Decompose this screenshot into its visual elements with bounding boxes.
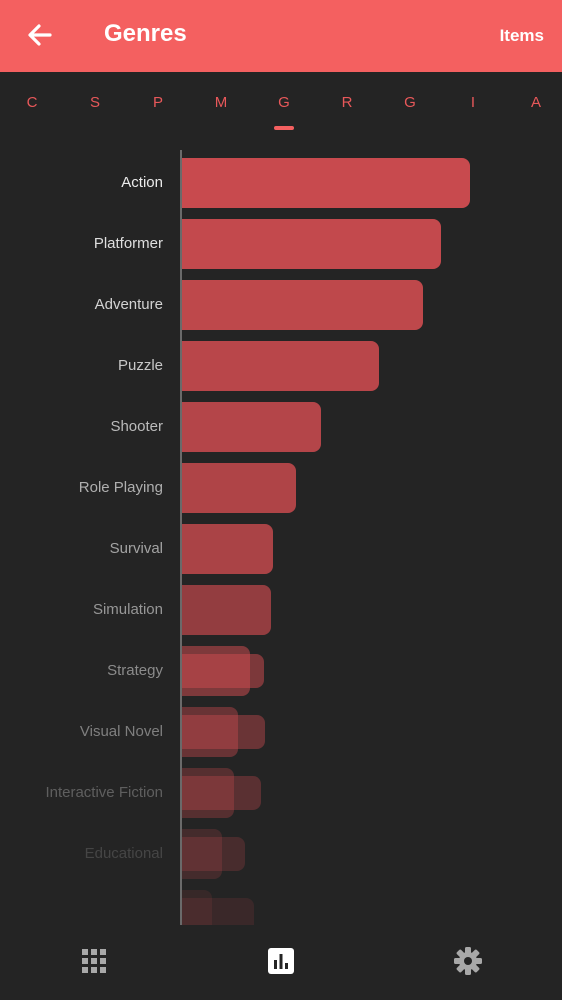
bar-row [0, 890, 562, 925]
bar-row: Simulation [0, 585, 562, 635]
app-header: Genres Items [0, 0, 562, 72]
bar-row: Platformer [0, 219, 562, 269]
bar-row: Visual Novel [0, 707, 562, 757]
bar[interactable] [182, 219, 441, 269]
bar-label: Strategy [107, 662, 163, 679]
gear-icon [454, 947, 482, 975]
tab-8[interactable]: A [521, 94, 551, 111]
arrow-left-icon [28, 24, 52, 46]
bar-chart-icon [268, 948, 294, 974]
bar-label: Puzzle [117, 357, 163, 374]
bar[interactable] [182, 402, 321, 452]
bar-label: Action [121, 174, 163, 191]
nav-settings-button[interactable] [446, 939, 490, 983]
nav-stats-button[interactable] [259, 939, 303, 983]
bar[interactable] [182, 585, 271, 635]
bar[interactable] [182, 707, 238, 757]
bar[interactable] [182, 829, 222, 879]
bar-label: Adventure [94, 296, 163, 313]
bar-row: Puzzle [0, 341, 562, 391]
tab-6[interactable]: G [395, 94, 425, 111]
bar[interactable] [182, 280, 423, 330]
tab-2[interactable]: P [143, 94, 173, 111]
bar-label: Survival [109, 540, 163, 557]
tab-bar: CSPMGRGIA [0, 72, 562, 134]
tab-4[interactable]: G [269, 94, 299, 111]
tab-3[interactable]: M [206, 94, 236, 111]
genre-bar-chart: Action Platformer Adventure Puzzle Shooter Ro… [0, 150, 562, 925]
bar-row: Strategy [0, 646, 562, 696]
bar-row: Action [0, 158, 562, 208]
tab-0[interactable]: C [17, 94, 47, 111]
grid-icon [82, 949, 106, 973]
page-title: Genres [104, 20, 187, 47]
bar[interactable] [182, 646, 250, 696]
bar-label: Interactive Fiction [45, 784, 163, 801]
bar[interactable] [182, 463, 296, 513]
tab-5[interactable]: R [332, 94, 362, 111]
tab-7[interactable]: I [458, 94, 488, 111]
bar[interactable] [182, 341, 379, 391]
tab-1[interactable]: S [80, 94, 110, 111]
bar-label: Visual Novel [79, 723, 163, 740]
bar-label: Shooter [110, 418, 163, 435]
bar-label: Simulation [92, 601, 163, 618]
bar-label: Educational [84, 845, 163, 862]
bar[interactable] [182, 890, 212, 925]
bar-row: Role Playing [0, 463, 562, 513]
bar-row: Survival [0, 524, 562, 574]
bar-label: Platformer [93, 235, 163, 252]
bar[interactable] [182, 524, 273, 574]
bar[interactable] [182, 768, 234, 818]
items-button[interactable]: Items [500, 26, 544, 46]
bar-label: Role Playing [78, 479, 163, 496]
back-button[interactable] [22, 18, 58, 54]
bar-row: Interactive Fiction [0, 768, 562, 818]
bar-row: Shooter [0, 402, 562, 452]
bar-row: Adventure [0, 280, 562, 330]
nav-grid-button[interactable] [72, 939, 116, 983]
tab-selected-indicator [274, 126, 294, 130]
bar-row: Educational [0, 829, 562, 879]
bar[interactable] [182, 158, 470, 208]
bottom-nav [0, 925, 562, 1000]
